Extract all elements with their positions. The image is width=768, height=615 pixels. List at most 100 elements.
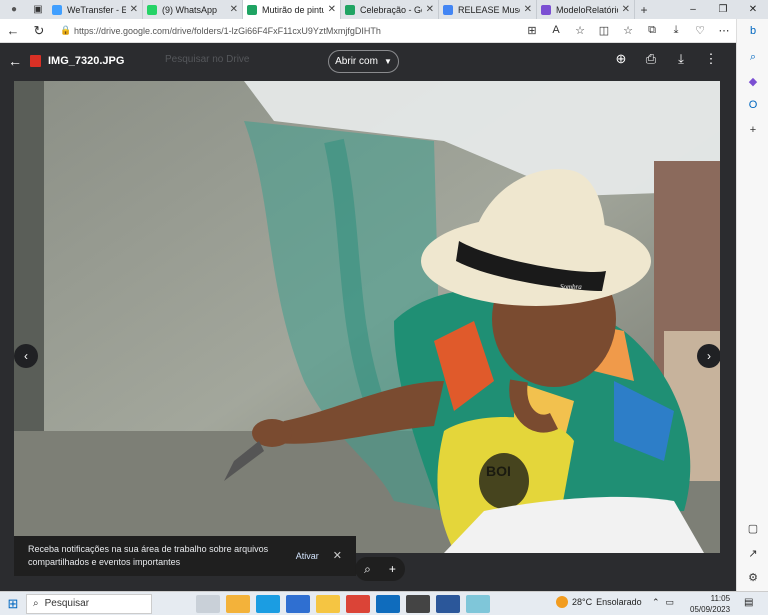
tab-favicon-icon bbox=[52, 4, 62, 15]
open-with-button[interactable]: Abrir com ▼ bbox=[328, 50, 399, 73]
new-tab-button[interactable]: + bbox=[635, 3, 653, 17]
windows-taskbar: ⊞ ⌕ Pesquisar 28°C Ensolarado ⌃ ▭ 11:05 … bbox=[0, 591, 768, 615]
open-with-label: Abrir com bbox=[335, 56, 378, 67]
task-view-icon[interactable] bbox=[196, 594, 220, 613]
shopping-icon[interactable]: ◆ bbox=[745, 74, 761, 90]
more-actions-icon[interactable]: ⋮ bbox=[700, 51, 722, 67]
edge-sidebar: b ⌕ ◆ O + ▢ ↗ ⚙ bbox=[736, 19, 768, 591]
tray-chevron-icon[interactable]: ⌃ bbox=[652, 597, 660, 608]
taskbar-search-label: Pesquisar bbox=[44, 598, 90, 609]
tab-title: WeTransfer - Envie bbox=[67, 4, 126, 15]
close-tab-icon[interactable]: ✕ bbox=[426, 4, 434, 15]
viewer-toolbar: ⊕ ⎙ ⤓ ⋮ bbox=[610, 51, 722, 67]
tab-favicon-icon bbox=[147, 4, 157, 15]
read-aloud-icon[interactable]: A bbox=[544, 24, 568, 37]
url-field[interactable]: 🔒 https://drive.google.com/drive/folders… bbox=[52, 22, 520, 40]
close-window-button[interactable]: ✕ bbox=[738, 0, 768, 19]
apps-icon[interactable]: ⊞ bbox=[520, 24, 544, 37]
open-external-icon[interactable]: ↗ bbox=[745, 546, 761, 562]
viewer-header: ← IMG_7320.JPG Pesquisar no Drive Abrir … bbox=[0, 43, 736, 79]
close-tab-icon[interactable]: ✕ bbox=[130, 4, 138, 15]
browser-tab[interactable]: Celebração - Goog ✕ bbox=[341, 0, 439, 19]
close-toast-icon[interactable]: ✕ bbox=[333, 550, 342, 563]
hat-brand-text: Sombra bbox=[560, 283, 582, 291]
collections-icon[interactable]: ⧉ bbox=[640, 24, 664, 37]
chrome-icon[interactable] bbox=[346, 594, 370, 613]
outlook-taskbar-icon[interactable] bbox=[376, 594, 400, 613]
back-icon[interactable]: ← bbox=[0, 23, 26, 38]
calendar-icon[interactable] bbox=[286, 594, 310, 613]
shirt-print-text: BOI bbox=[486, 463, 511, 479]
photo-illustration: BOI Sombra bbox=[14, 81, 720, 553]
file-explorer-icon[interactable] bbox=[316, 594, 340, 613]
photo-app-icon[interactable] bbox=[406, 594, 430, 613]
settings-gear-icon[interactable]: ⚙ bbox=[745, 570, 761, 586]
browser-tab[interactable]: (9) WhatsApp ✕ bbox=[143, 0, 243, 19]
tab-actions-icon[interactable]: ▣ bbox=[28, 4, 48, 15]
enable-notifications-button[interactable]: Ativar bbox=[296, 550, 319, 563]
weather-temp: 28°C bbox=[572, 597, 593, 607]
weather-condition: Ensolarado bbox=[596, 597, 642, 607]
file-name: IMG_7320.JPG bbox=[48, 55, 125, 67]
tab-title: (9) WhatsApp bbox=[162, 4, 218, 15]
profile-avatar[interactable]: ● bbox=[0, 4, 28, 15]
drive-search-placeholder[interactable]: Pesquisar no Drive bbox=[165, 54, 249, 65]
favorites-icon[interactable]: ☆ bbox=[616, 24, 640, 37]
address-bar-row: ← ↻ 🔒 https://drive.google.com/drive/fol… bbox=[0, 19, 736, 43]
network-icon[interactable]: ▭ bbox=[666, 597, 675, 608]
split-screen-icon[interactable]: ◫ bbox=[592, 24, 616, 37]
word-icon[interactable] bbox=[436, 594, 460, 613]
zoom-out-magnifier-icon[interactable]: ⌕ bbox=[364, 562, 371, 577]
sidebar-layout-icon[interactable]: ▢ bbox=[745, 521, 761, 537]
tab-title: ModeloRelatório_ bbox=[556, 4, 618, 15]
zoom-in-plus-icon[interactable]: + bbox=[389, 562, 396, 576]
print-icon[interactable]: ⎙ bbox=[640, 51, 662, 67]
download-icon[interactable]: ⤓ bbox=[670, 51, 692, 67]
caret-down-icon: ▼ bbox=[383, 57, 392, 66]
next-image-arrow[interactable]: › bbox=[697, 344, 720, 368]
downloads-icon[interactable]: ⤓ bbox=[664, 24, 688, 37]
browser-tab[interactable]: Mutirão de pintura ✕ bbox=[243, 0, 341, 19]
browser-essentials-icon[interactable]: ♡ bbox=[688, 24, 712, 37]
notepad-icon[interactable] bbox=[466, 594, 490, 613]
browser-tab[interactable]: WeTransfer - Envie ✕ bbox=[48, 0, 143, 19]
notifications-icon[interactable]: ▤ bbox=[744, 597, 753, 608]
taskbar-search-icon: ⌕ bbox=[33, 598, 39, 609]
previous-image-arrow[interactable]: ‹ bbox=[14, 344, 38, 368]
edge-icon[interactable] bbox=[256, 594, 280, 613]
close-tab-icon[interactable]: ✕ bbox=[524, 4, 532, 15]
weather-widget[interactable]: 28°C Ensolarado bbox=[556, 596, 642, 608]
store-icon[interactable] bbox=[226, 594, 250, 613]
taskbar-pinned-apps bbox=[196, 594, 496, 613]
favorite-star-icon[interactable]: ☆ bbox=[568, 24, 592, 37]
add-shortcut-icon[interactable]: ⊕ bbox=[610, 51, 632, 67]
tab-favicon-icon bbox=[247, 4, 257, 15]
outlook-icon[interactable]: O bbox=[745, 97, 761, 113]
maximize-button[interactable]: ❐ bbox=[708, 0, 738, 19]
taskbar-search-box[interactable]: ⌕ Pesquisar bbox=[26, 593, 152, 614]
photo-preview: BOI Sombra ‹ › bbox=[14, 81, 720, 553]
zoom-controls: ⌕ + bbox=[355, 557, 405, 581]
close-viewer-back-icon[interactable]: ← bbox=[0, 53, 30, 69]
refresh-icon[interactable]: ↻ bbox=[26, 23, 52, 39]
copilot-icon[interactable]: b bbox=[745, 23, 761, 39]
toast-message: Receba notificações na sua área de traba… bbox=[28, 544, 269, 567]
add-sidebar-app-icon[interactable]: + bbox=[745, 122, 761, 138]
search-icon[interactable]: ⌕ bbox=[745, 49, 761, 65]
taskbar-clock[interactable]: 11:05 05/09/2023 bbox=[690, 593, 730, 615]
tab-favicon-icon bbox=[345, 4, 355, 15]
minimize-button[interactable]: – bbox=[678, 0, 708, 19]
browser-toolbar: ⊞ A ☆ ◫ ☆ ⧉ ⤓ ♡ ⋯ bbox=[520, 24, 736, 37]
clock-time: 11:05 bbox=[710, 594, 731, 603]
drive-image-viewer: ← IMG_7320.JPG Pesquisar no Drive Abrir … bbox=[0, 43, 736, 591]
browser-tab[interactable]: RELEASE Museu d ✕ bbox=[439, 0, 537, 19]
more-menu-icon[interactable]: ⋯ bbox=[712, 24, 736, 37]
close-tab-icon[interactable]: ✕ bbox=[328, 4, 336, 15]
browser-tab[interactable]: ModeloRelatório_ ✕ bbox=[537, 0, 635, 19]
close-tab-icon[interactable]: ✕ bbox=[622, 4, 630, 15]
clock-date: 05/09/2023 bbox=[690, 605, 731, 614]
close-tab-icon[interactable]: ✕ bbox=[230, 4, 238, 15]
lock-icon: 🔒 bbox=[60, 25, 72, 35]
windows-start-icon[interactable]: ⊞ bbox=[0, 596, 26, 612]
window-controls: – ❐ ✕ bbox=[678, 0, 768, 19]
